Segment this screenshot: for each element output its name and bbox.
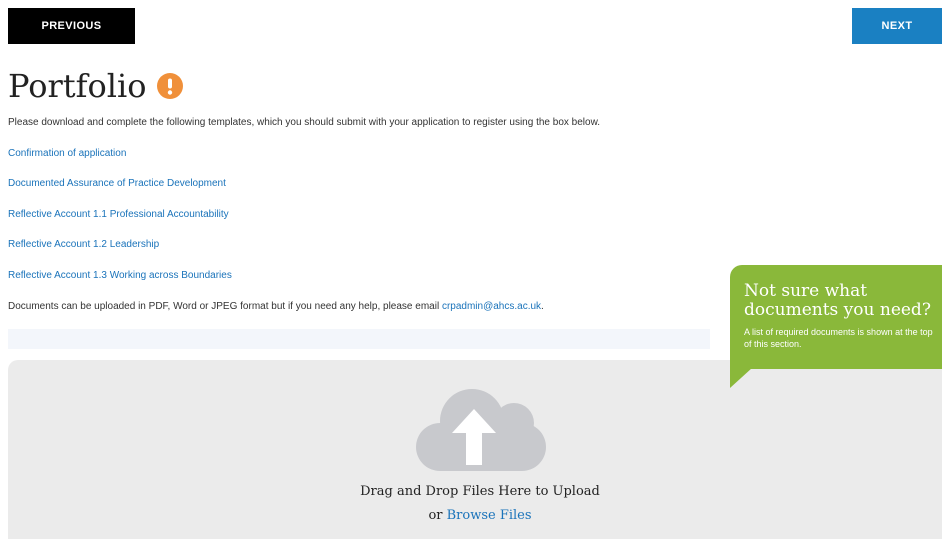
- previous-button[interactable]: PREVIOUS: [8, 8, 135, 44]
- link-confirmation-of-application[interactable]: Confirmation of application: [8, 148, 126, 159]
- title-row: Portfolio: [8, 66, 183, 106]
- or-text: or: [428, 508, 447, 523]
- browse-line: or Browse Files: [300, 508, 660, 523]
- formats-note: Documents can be uploaded in PDF, Word o…: [8, 301, 544, 312]
- link-reflective-account-1-2[interactable]: Reflective Account 1.2 Leadership: [8, 239, 159, 250]
- browse-files-link[interactable]: Browse Files: [447, 508, 532, 523]
- upload-status-strip: [8, 329, 710, 349]
- exclamation-circle-icon: [156, 73, 183, 99]
- help-callout-tail: [730, 368, 752, 388]
- help-callout-subtitle: A list of required documents is shown at…: [744, 327, 933, 349]
- support-email-link[interactable]: crpadmin@ahcs.ac.uk: [442, 301, 541, 312]
- next-button[interactable]: NEXT: [852, 8, 942, 44]
- link-documented-assurance[interactable]: Documented Assurance of Practice Develop…: [8, 178, 226, 189]
- help-callout-title: Not sure what documents you need?: [744, 281, 931, 320]
- page-title: Portfolio: [8, 67, 147, 105]
- formats-note-suffix: .: [541, 301, 544, 312]
- formats-note-text: Documents can be uploaded in PDF, Word o…: [8, 301, 442, 312]
- intro-text: Please download and complete the followi…: [8, 117, 601, 128]
- cloud-upload-icon: [416, 389, 546, 471]
- link-reflective-account-1-1[interactable]: Reflective Account 1.1 Professional Acco…: [8, 209, 229, 220]
- link-reflective-account-1-3[interactable]: Reflective Account 1.3 Working across Bo…: [8, 270, 232, 281]
- drag-drop-text: Drag and Drop Files Here to Upload: [360, 484, 600, 499]
